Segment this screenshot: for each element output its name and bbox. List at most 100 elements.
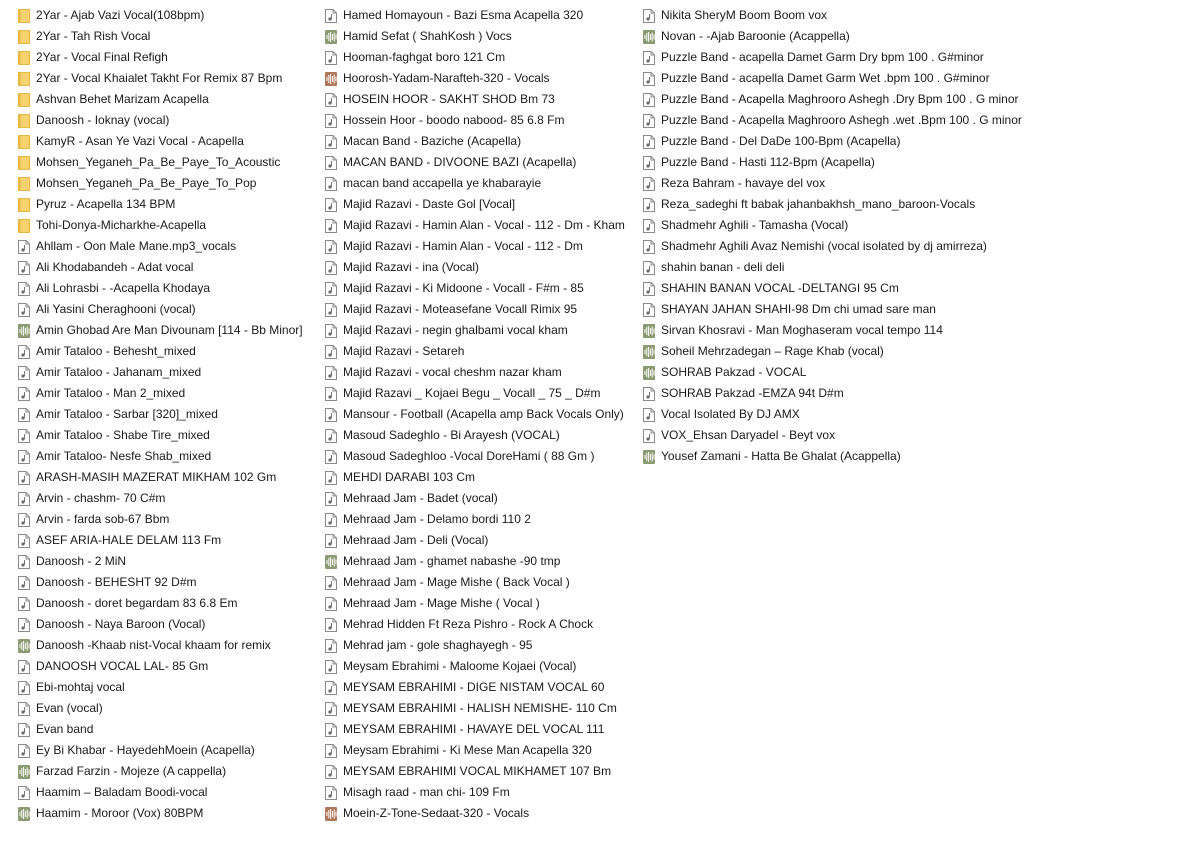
file-item[interactable]: Mehraad Jam - Badet (vocal) — [325, 488, 637, 509]
file-item[interactable]: Amir Tataloo - Jahanam_mixed — [18, 362, 318, 383]
file-item[interactable]: Pyruz - Acapella 134 BPM — [18, 194, 318, 215]
file-item[interactable]: Meysam Ebrahimi - Maloome Kojaei (Vocal) — [325, 656, 637, 677]
file-item[interactable]: Nikita SheryM Boom Boom vox — [643, 5, 1043, 26]
file-item[interactable]: Shadmehr Aghili - Tamasha (Vocal) — [643, 215, 1043, 236]
file-item[interactable]: ASEF ARIA-HALE DELAM 113 Fm — [18, 530, 318, 551]
file-item[interactable]: Majid Razavi _ Kojaei Begu _ Vocall _ 75… — [325, 383, 637, 404]
file-item[interactable]: Misagh raad - man chi- 109 Fm — [325, 782, 637, 803]
file-item[interactable]: Ali Yasini Cheraghooni (vocal) — [18, 299, 318, 320]
file-item[interactable]: Mehraad Jam - ghamet nabashe -90 tmp — [325, 551, 637, 572]
file-item[interactable]: SOHRAB Pakzad - VOCAL — [643, 362, 1043, 383]
file-item[interactable]: Mehraad Jam - Delamo bordi 110 2 — [325, 509, 637, 530]
file-item[interactable]: DANOOSH VOCAL LAL- 85 Gm — [18, 656, 318, 677]
file-item[interactable]: Majid Razavi - ina (Vocal) — [325, 257, 637, 278]
file-item[interactable]: MEYSAM EBRAHIMI - HALISH NEMISHE- 110 Cm — [325, 698, 637, 719]
file-item[interactable]: Yousef Zamani - Hatta Be Ghalat (Acappel… — [643, 446, 1043, 467]
file-item[interactable]: Shadmehr Aghili Avaz Nemishi (vocal isol… — [643, 236, 1043, 257]
file-item[interactable]: Farzad Farzin - Mojeze (A cappella) — [18, 761, 318, 782]
file-item[interactable]: Majid Razavi - Daste Gol [Vocal] — [325, 194, 637, 215]
file-item[interactable]: Hossein Hoor - boodo nabood- 85 6.8 Fm — [325, 110, 637, 131]
file-item[interactable]: Amir Tataloo - Sarbar [320]_mixed — [18, 404, 318, 425]
file-item[interactable]: Majid Razavi - negin ghalbami vocal kham — [325, 320, 637, 341]
file-item[interactable]: Ali Lohrasbi - -Acapella Khodaya — [18, 278, 318, 299]
file-item[interactable]: Majid Razavi - Moteasefane Vocall Rimix … — [325, 299, 637, 320]
file-item[interactable]: Puzzle Band - Acapella Maghrooro Ashegh … — [643, 89, 1043, 110]
file-item[interactable]: 2Yar - Vocal Final Refigh — [18, 47, 318, 68]
file-item[interactable]: SHAYAN JAHAN SHAHI-98 Dm chi umad sare m… — [643, 299, 1043, 320]
file-item[interactable]: Evan band — [18, 719, 318, 740]
file-item[interactable]: Majid Razavi - Setareh — [325, 341, 637, 362]
file-item[interactable]: Vocal Isolated By DJ AMX — [643, 404, 1043, 425]
file-item[interactable]: Ali Khodabandeh - Adat vocal — [18, 257, 318, 278]
file-item[interactable]: Sirvan Khosravi - Man Moghaseram vocal t… — [643, 320, 1043, 341]
file-item[interactable]: Puzzle Band - acapella Damet Garm Wet .b… — [643, 68, 1043, 89]
file-item[interactable]: Majid Razavi - vocal cheshm nazar kham — [325, 362, 637, 383]
file-item[interactable]: Amin Ghobad Are Man Divounam [114 - Bb M… — [18, 320, 318, 341]
file-item[interactable]: Masoud Sadeghlo - Bi Arayesh (VOCAL) — [325, 425, 637, 446]
file-item[interactable]: MEYSAM EBRAHIMI - HAVAYE DEL VOCAL 111 — [325, 719, 637, 740]
file-item[interactable]: Mansour - Football (Acapella amp Back Vo… — [325, 404, 637, 425]
file-item[interactable]: 2Yar - Ajab Vazi Vocal(108bpm) — [18, 5, 318, 26]
file-item[interactable]: Arvin - chashm- 70 C#m — [18, 488, 318, 509]
file-item[interactable]: Mehraad Jam - Mage Mishe ( Back Vocal ) — [325, 572, 637, 593]
file-item[interactable]: MEYSAM EBRAHIMI VOCAL MIKHAMET 107 Bm — [325, 761, 637, 782]
file-item[interactable]: Haamim – Baladam Boodi-vocal — [18, 782, 318, 803]
file-item[interactable]: Hoorosh-Yadam-Narafteh-320 - Vocals — [325, 68, 637, 89]
file-item[interactable]: Evan (vocal) — [18, 698, 318, 719]
file-item[interactable]: Danoosh - BEHESHT 92 D#m — [18, 572, 318, 593]
file-item[interactable]: Reza_sadeghi ft babak jahanbakhsh_mano_b… — [643, 194, 1043, 215]
file-item[interactable]: Ashvan Behet Marizam Acapella — [18, 89, 318, 110]
file-item[interactable]: Majid Razavi - Ki Midoone - Vocall - F#m… — [325, 278, 637, 299]
file-item[interactable]: VOX_Ehsan Daryadel - Beyt vox — [643, 425, 1043, 446]
file-item[interactable]: Mehrad jam - gole shaghayegh - 95 — [325, 635, 637, 656]
file-item[interactable]: Ey Bi Khabar - HayedehMoein (Acapella) — [18, 740, 318, 761]
file-item[interactable]: Arvin - farda sob-67 Bbm — [18, 509, 318, 530]
file-item[interactable]: Macan Band - Baziche (Acapella) — [325, 131, 637, 152]
file-item[interactable]: Amir Tataloo - Man 2_mixed — [18, 383, 318, 404]
file-item[interactable]: Mehrad Hidden Ft Reza Pishro - Rock A Ch… — [325, 614, 637, 635]
file-item[interactable]: Tohi-Donya-Micharkhe-Acapella — [18, 215, 318, 236]
file-item[interactable]: Hooman-faghgat boro 121 Cm — [325, 47, 637, 68]
file-item[interactable]: Mehraad Jam - Mage Mishe ( Vocal ) — [325, 593, 637, 614]
file-item[interactable]: SHAHIN BANAN VOCAL -DELTANGI 95 Cm — [643, 278, 1043, 299]
file-item[interactable]: Hamid Sefat ( ShahKosh ) Vocs — [325, 26, 637, 47]
file-item[interactable]: SOHRAB Pakzad -EMZA 94t D#m — [643, 383, 1043, 404]
file-item[interactable]: Danoosh - Naya Baroon (Vocal) — [18, 614, 318, 635]
file-item[interactable]: Soheil Mehrzadegan – Rage Khab (vocal) — [643, 341, 1043, 362]
file-item[interactable]: Majid Razavi - Hamin Alan - Vocal - 112 … — [325, 236, 637, 257]
file-item[interactable]: Novan - -Ajab Baroonie (Acappella) — [643, 26, 1043, 47]
file-item[interactable]: Puzzle Band - Acapella Maghrooro Ashegh … — [643, 110, 1043, 131]
file-item[interactable]: Masoud Sadeghloo -Vocal DoreHami ( 88 Gm… — [325, 446, 637, 467]
file-item[interactable]: Amir Tataloo- Nesfe Shab_mixed — [18, 446, 318, 467]
file-item[interactable]: MEHDI DARABI 103 Cm — [325, 467, 637, 488]
file-item[interactable]: Danoosh - Ioknay (vocal) — [18, 110, 318, 131]
file-item[interactable]: Mehraad Jam - Deli (Vocal) — [325, 530, 637, 551]
file-item[interactable]: KamyR - Asan Ye Vazi Vocal - Acapella — [18, 131, 318, 152]
file-item[interactable]: Mohsen_Yeganeh_Pa_Be_Paye_To_Acoustic — [18, 152, 318, 173]
file-item[interactable]: Danoosh - 2 MiN — [18, 551, 318, 572]
file-item[interactable]: Danoosh - doret begardam 83 6.8 Em — [18, 593, 318, 614]
file-item[interactable]: Reza Bahram - havaye del vox — [643, 173, 1043, 194]
file-item[interactable]: Puzzle Band - Hasti 112-Bpm (Acapella) — [643, 152, 1043, 173]
file-item[interactable]: Meysam Ebrahimi - Ki Mese Man Acapella 3… — [325, 740, 637, 761]
file-item[interactable]: Haamim - Moroor (Vox) 80BPM — [18, 803, 318, 824]
file-item[interactable]: Puzzle Band - Del DaDe 100-Bpm (Acapella… — [643, 131, 1043, 152]
file-item[interactable]: Mohsen_Yeganeh_Pa_Be_Paye_To_Pop — [18, 173, 318, 194]
file-item[interactable]: MEYSAM EBRAHIMI - DIGE NISTAM VOCAL 60 — [325, 677, 637, 698]
file-item[interactable]: Puzzle Band - acapella Damet Garm Dry bp… — [643, 47, 1043, 68]
file-item[interactable]: Amir Tataloo - Shabe Tire_mixed — [18, 425, 318, 446]
file-item[interactable]: ARASH-MASIH MAZERAT MIKHAM 102 Gm — [18, 467, 318, 488]
file-item[interactable]: Ahllam - Oon Male Mane.mp3_vocals — [18, 236, 318, 257]
file-item[interactable]: MACAN BAND - DIVOONE BAZI (Acapella) — [325, 152, 637, 173]
file-item[interactable]: Danoosh -Khaab nist-Vocal khaam for remi… — [18, 635, 318, 656]
file-item[interactable]: macan band accapella ye khabarayie — [325, 173, 637, 194]
file-item[interactable]: 2Yar - Tah Rish Vocal — [18, 26, 318, 47]
file-item[interactable]: HOSEIN HOOR - SAKHT SHOD Bm 73 — [325, 89, 637, 110]
file-item[interactable]: Majid Razavi - Hamin Alan - Vocal - 112 … — [325, 215, 637, 236]
file-item[interactable]: shahin banan - deli deli — [643, 257, 1043, 278]
file-item[interactable]: Amir Tataloo - Behesht_mixed — [18, 341, 318, 362]
file-item[interactable]: Hamed Homayoun - Bazi Esma Acapella 320 — [325, 5, 637, 26]
file-item[interactable]: Moein-Z-Tone-Sedaat-320 - Vocals — [325, 803, 637, 824]
file-item[interactable]: Ebi-mohtaj vocal — [18, 677, 318, 698]
file-item[interactable]: 2Yar - Vocal Khaialet Takht For Remix 87… — [18, 68, 318, 89]
